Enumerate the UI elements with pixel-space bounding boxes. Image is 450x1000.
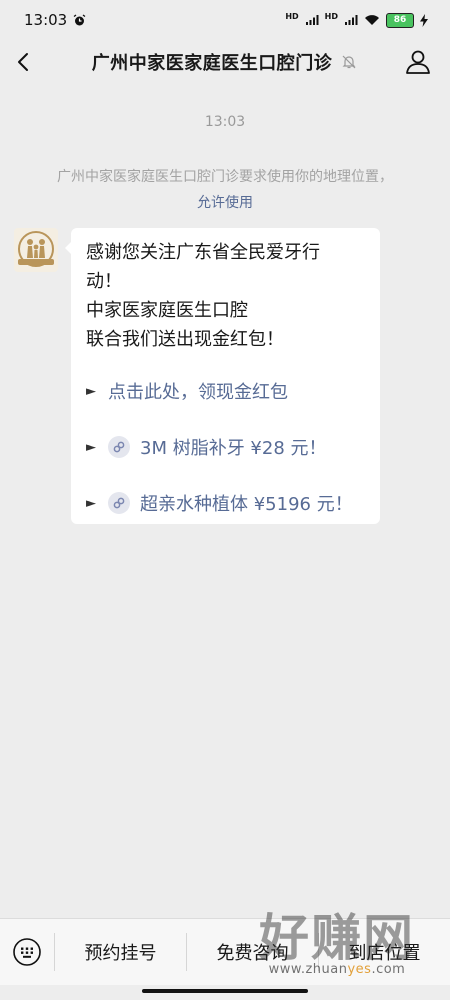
clinic-logo-icon bbox=[18, 231, 54, 267]
keyboard-icon bbox=[13, 938, 41, 966]
implant-link[interactable]: ► 超亲水种植体 ¥5196 元！ bbox=[86, 488, 366, 518]
wifi-icon bbox=[365, 15, 379, 25]
avatar[interactable] bbox=[14, 228, 58, 272]
hd-icon: HD bbox=[285, 11, 299, 21]
chat-info-button[interactable] bbox=[402, 46, 434, 78]
status-time: 13:03 bbox=[24, 11, 68, 29]
hd-icon-2: HD bbox=[324, 11, 338, 21]
keyboard-toggle-button[interactable] bbox=[0, 919, 54, 985]
menu-free-consult[interactable]: 免费咨询 bbox=[186, 933, 318, 971]
message-line: 动！ bbox=[86, 271, 122, 292]
signal-icon bbox=[305, 15, 319, 25]
message-timestamp: 13:03 bbox=[204, 114, 246, 130]
home-indicator bbox=[142, 989, 308, 993]
battery-icon: 86 bbox=[386, 12, 414, 28]
user-icon bbox=[406, 50, 430, 74]
status-bar: 13:03 HD HD 86 bbox=[0, 0, 450, 40]
link-text: 超亲水种植体 ¥5196 元！ bbox=[140, 494, 353, 515]
signal-icon-2 bbox=[345, 15, 358, 25]
allow-location-link[interactable]: 允许使用 bbox=[30, 190, 420, 216]
chat-header: 广州中家医家庭医生口腔门诊 bbox=[0, 40, 450, 84]
mini-program-icon bbox=[108, 436, 130, 458]
back-arrow-icon bbox=[18, 53, 28, 71]
menu-store-location[interactable]: 到店位置 bbox=[318, 933, 450, 971]
link-text: 3M 树脂补牙 ¥28 元！ bbox=[140, 438, 327, 459]
message-line: 感谢您关注广东省全民爱牙行 bbox=[86, 242, 320, 263]
message-line: 中家医家庭医生口腔 bbox=[86, 300, 248, 321]
alarm-icon bbox=[73, 13, 86, 25]
message-line: 联合我们送出现金红包！ bbox=[86, 329, 284, 350]
system-message-text: 广州中家医家庭医生口腔门诊要求使用你的地理位置， bbox=[57, 169, 393, 185]
pointer-arrow-icon: ► bbox=[86, 439, 96, 455]
mini-program-icon bbox=[108, 492, 130, 514]
back-button[interactable] bbox=[12, 46, 44, 78]
menu-appointment[interactable]: 预约挂号 bbox=[54, 933, 186, 971]
cash-red-packet-link[interactable]: ► 点击此处，领现金红包 bbox=[86, 376, 366, 406]
bottom-menu-bar: 预约挂号 免费咨询 到店位置 bbox=[0, 918, 450, 985]
link-text: 点击此处，领现金红包 bbox=[108, 382, 288, 403]
message-bubble: 感谢您关注广东省全民爱牙行 动！ 中家医家庭医生口腔 联合我们送出现金红包！ ►… bbox=[65, 228, 380, 524]
resin-filling-link[interactable]: ► 3M 树脂补牙 ¥28 元！ bbox=[86, 432, 366, 462]
charging-icon bbox=[420, 13, 428, 27]
pointer-arrow-icon: ► bbox=[86, 383, 96, 399]
location-permission-notice: 广州中家医家庭医生口腔门诊要求使用你的地理位置， 允许使用 bbox=[30, 164, 420, 216]
pointer-arrow-icon: ► bbox=[86, 495, 96, 511]
page-title: 广州中家医家庭医生口腔门诊 bbox=[91, 53, 333, 74]
mute-bell-icon bbox=[342, 55, 356, 69]
